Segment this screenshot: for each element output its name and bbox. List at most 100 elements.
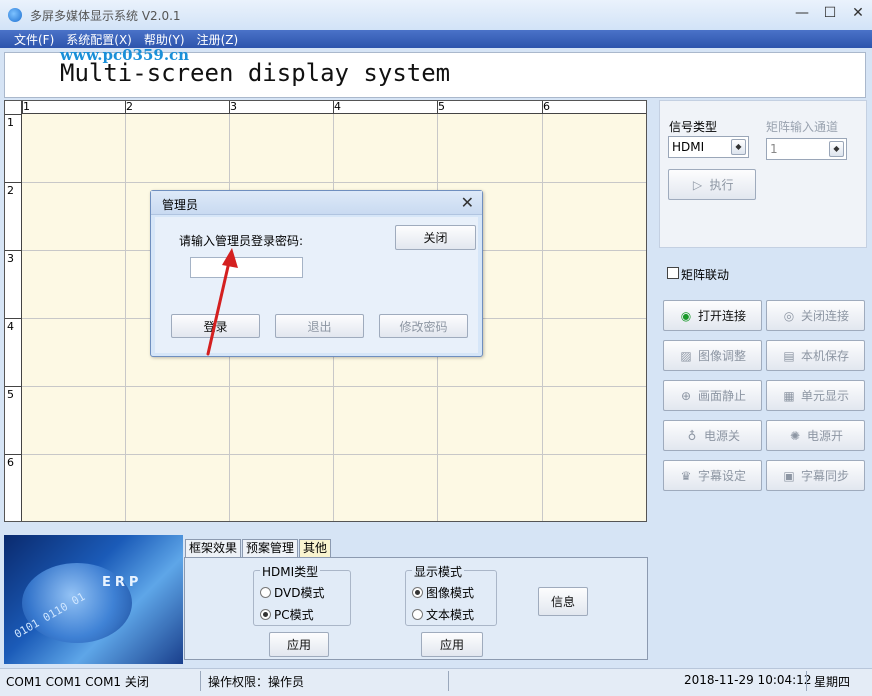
minimize-button[interactable]: — (788, 0, 816, 26)
status-divider (200, 671, 201, 691)
open-connection-button[interactable]: ◉ 打开连接 (663, 300, 762, 331)
grid-tick (5, 182, 22, 183)
maximize-button[interactable]: ☐ (816, 0, 844, 26)
image-mode-radio[interactable]: 图像模式 (412, 584, 474, 601)
grid-tick (5, 114, 22, 115)
image-mode-label: 图像模式 (426, 586, 475, 600)
column-label: 3 (230, 100, 237, 113)
row-label: 4 (7, 320, 14, 333)
row-label: 3 (7, 252, 14, 265)
radio-dot-selected (412, 587, 423, 598)
tab-frame-effect[interactable]: 框架效果 (185, 539, 242, 557)
dvd-mode-label: DVD模式 (274, 586, 325, 600)
menu-system-config[interactable]: 系统配置(X) (66, 31, 132, 48)
bottom-tabs: 框架效果 预案管理 其他 (185, 539, 332, 557)
signal-settings: 信号类型 矩阵输入通道 HDMI ◆ 1 ◆ ▷ 执行 (659, 100, 867, 248)
display-apply-button[interactable]: 应用 (421, 632, 483, 657)
login-button[interactable]: 登录 (171, 314, 260, 338)
admin-login-dialog: 管理员 ✕ 请输入管理员登录密码: 关闭 登录 退出 修改密码 (150, 190, 483, 357)
power-on-button[interactable]: ✺ 电源开 (766, 420, 865, 451)
column-label: 2 (126, 100, 133, 113)
matrix-link-label: 矩阵联动 (681, 268, 730, 282)
tab-plan-management[interactable]: 预案管理 (242, 539, 299, 557)
matrix-input-value: 1 (770, 142, 778, 156)
menu-register[interactable]: 注册(Z) (197, 31, 239, 48)
status-divider (806, 671, 807, 691)
execute-button[interactable]: ▷ 执行 (668, 169, 756, 200)
grid-tick (5, 386, 22, 387)
image-adjust-label: 图像调整 (697, 349, 746, 363)
exit-button[interactable]: 退出 (275, 314, 364, 338)
pc-mode-label: PC模式 (274, 608, 314, 622)
bulb-on-icon: ✺ (789, 428, 801, 443)
grid-tick (5, 250, 22, 251)
status-datetime: 2018-11-29 10:04:12 (684, 673, 812, 687)
close-window-button[interactable]: ✕ (844, 0, 872, 26)
matrix-link-checkbox[interactable] (667, 267, 679, 279)
text-mode-radio[interactable]: 文本模式 (412, 606, 474, 623)
caption-settings-button[interactable]: ♛ 字幕设定 (663, 460, 762, 491)
power-off-button[interactable]: ♁ 电源关 (663, 420, 762, 451)
signal-type-value: HDMI (672, 140, 705, 154)
image-adjust-button[interactable]: ▨ 图像调整 (663, 340, 762, 371)
lock-icon: ⊕ (680, 388, 692, 403)
menu-help[interactable]: 帮助(Y) (144, 31, 185, 48)
hdmi-apply-button[interactable]: 应用 (269, 632, 329, 657)
grid-tick (5, 454, 22, 455)
menu-file[interactable]: 文件(F) (14, 31, 54, 48)
password-prompt: 请输入管理员登录密码: (179, 234, 304, 248)
radio-dot-selected (260, 609, 271, 620)
hdmi-type-group: HDMI类型 DVD模式 PC模式 (253, 563, 351, 626)
chevron-updown-icon: ◆ (829, 141, 844, 157)
display-mode-title: 显示模式 (412, 563, 465, 580)
caption-settings-label: 字幕设定 (697, 469, 746, 483)
caption-sync-icon: ▣ (783, 468, 795, 483)
connect-icon: ◉ (680, 308, 692, 323)
unit-display-label: 单元显示 (800, 389, 849, 403)
play-icon: ▷ (692, 177, 703, 192)
column-label: 4 (334, 100, 341, 113)
password-input[interactable] (190, 257, 303, 278)
local-save-button[interactable]: ▤ 本机保存 (766, 340, 865, 371)
change-password-button[interactable]: 修改密码 (379, 314, 468, 338)
title-bar: 多屏多媒体显示系统 V2.0.1 — ☐ ✕ (0, 0, 872, 30)
watermark-text: www.pc0359.cn (60, 46, 190, 64)
grid-line (5, 182, 646, 183)
close-connection-button[interactable]: ◎ 关闭连接 (766, 300, 865, 331)
freeze-frame-button[interactable]: ⊕ 画面静止 (663, 380, 762, 411)
row-label: 6 (7, 456, 14, 469)
unit-display-button[interactable]: ▦ 单元显示 (766, 380, 865, 411)
caption-sync-button[interactable]: ▣ 字幕同步 (766, 460, 865, 491)
row-label: 1 (7, 116, 14, 129)
tab-other[interactable]: 其他 (299, 539, 332, 557)
dialog-close-button[interactable]: 关闭 (395, 225, 476, 250)
signal-type-select[interactable]: HDMI ◆ (668, 136, 749, 158)
power-off-label: 电源关 (703, 429, 740, 443)
matrix-input-select[interactable]: 1 ◆ (766, 138, 847, 160)
column-label: 6 (543, 100, 550, 113)
image-adjust-icon: ▨ (680, 348, 692, 363)
signal-type-label: 信号类型 (669, 120, 718, 134)
hdmi-type-title: HDMI类型 (260, 563, 321, 580)
banner-image: 0101 0110 01 ERP (4, 535, 183, 664)
dvd-mode-radio[interactable]: DVD模式 (260, 584, 324, 601)
text-mode-label: 文本模式 (426, 608, 475, 622)
bulb-off-icon: ♁ (687, 428, 697, 443)
matrix-input-label: 矩阵输入通道 (766, 120, 839, 134)
status-divider (448, 671, 449, 691)
grid-line (542, 101, 543, 521)
row-label: 2 (7, 184, 14, 197)
dialog-title-bar: 管理员 ✕ (151, 191, 482, 215)
disconnect-icon: ◎ (783, 308, 795, 323)
dialog-close-icon[interactable]: ✕ (461, 193, 474, 212)
save-icon: ▤ (783, 348, 795, 363)
radio-dot (260, 587, 271, 598)
local-save-label: 本机保存 (800, 349, 849, 363)
pc-mode-radio[interactable]: PC模式 (260, 606, 314, 623)
grid-line (5, 454, 646, 455)
info-button[interactable]: 信息 (538, 587, 588, 616)
caption-sync-label: 字幕同步 (800, 469, 849, 483)
status-permission: 操作权限：操作员 (208, 675, 305, 689)
control-panel: 信号类型 矩阵输入通道 HDMI ◆ 1 ◆ ▷ 执行 矩阵联动 ◉ 打开连接 … (659, 100, 867, 533)
freeze-frame-label: 画面静止 (697, 389, 746, 403)
